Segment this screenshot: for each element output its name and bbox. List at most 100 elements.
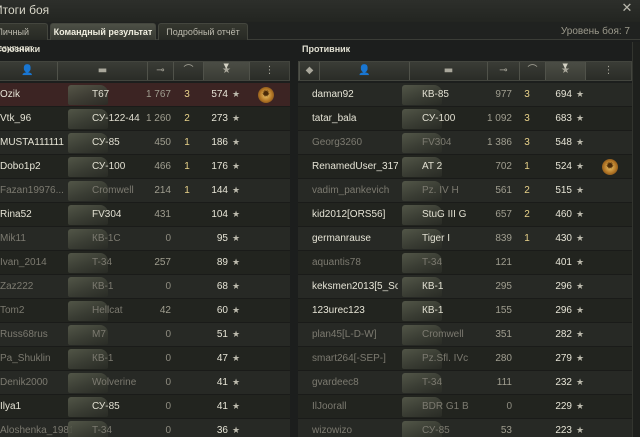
xp-value: 36 bbox=[216, 425, 228, 436]
table-row[interactable]: plan45[L-D-W] Cromwell 351 282 ★ bbox=[298, 323, 632, 347]
kills-value bbox=[522, 275, 532, 299]
xp-value: 41 bbox=[216, 401, 228, 412]
damage-icon: ⊸ bbox=[499, 65, 508, 76]
tank-column-header[interactable]: ▬ bbox=[57, 62, 147, 80]
table-row[interactable]: Georg3260 FV304 1 386 3 548 ★ bbox=[298, 131, 632, 155]
tab-team-result[interactable]: Командный результат bbox=[50, 23, 156, 40]
star-icon: ★ bbox=[232, 306, 241, 316]
table-row[interactable]: germanrause Tiger I 839 1 430 ★ bbox=[298, 227, 632, 251]
tab-detailed-report[interactable]: Подробный отчёт bbox=[158, 23, 248, 40]
tank-name: StuG III G bbox=[422, 209, 467, 220]
table-row[interactable]: keksmen2013[5_SoV] КВ-1 295 296 ★ bbox=[298, 275, 632, 299]
table-row[interactable]: Russ68rus M7 0 51 ★ bbox=[0, 323, 290, 347]
damage-value: 839 bbox=[495, 233, 512, 244]
xp-value: 683 bbox=[555, 113, 572, 124]
table-row[interactable]: Mik11 КВ-1С 0 95 ★ bbox=[0, 227, 290, 251]
table-row[interactable]: Ivan_2014 T-34 257 89 ★ bbox=[0, 251, 290, 275]
player-name: germanrause bbox=[312, 233, 371, 244]
xp-value: 176 bbox=[211, 161, 228, 172]
star-icon: ★ bbox=[576, 234, 585, 244]
table-row[interactable]: Denik2000 Wolverine 0 41 ★ bbox=[0, 371, 290, 395]
tabs-bar: Личный результат Командный результат Под… bbox=[0, 22, 640, 53]
kills-column-header[interactable]: ⌒ bbox=[173, 62, 203, 80]
tank-name: Cromwell bbox=[422, 329, 464, 340]
damage-value: 0 bbox=[506, 401, 512, 412]
damage-value: 257 bbox=[154, 257, 171, 268]
kills-value bbox=[522, 251, 532, 275]
table-row[interactable]: MUSTA111111 СУ-85 450 1 186 ★ bbox=[0, 131, 290, 155]
sort-desc-icon: ▼ bbox=[223, 62, 229, 70]
kills-icon: ⌒ bbox=[183, 65, 194, 76]
sort-desc-icon: ▼ bbox=[562, 62, 568, 70]
tab-personal-result[interactable]: Личный результат bbox=[0, 23, 48, 53]
kills-value bbox=[182, 203, 192, 227]
player-name: Vtk_96 bbox=[0, 113, 32, 124]
table-row[interactable]: gvardeec8 T-34 111 232 ★ bbox=[298, 371, 632, 395]
player-column-header[interactable]: 👤 bbox=[319, 62, 409, 80]
xp-column-header[interactable]: ▼ ★ bbox=[545, 62, 585, 80]
status-column-header[interactable]: ⋮ bbox=[249, 62, 289, 80]
tab-label: Подробный отчёт bbox=[166, 27, 240, 37]
player-column-header[interactable]: 👤 bbox=[0, 62, 57, 80]
damage-column-header[interactable]: ⊸ bbox=[147, 62, 173, 80]
star-icon: ★ bbox=[232, 114, 241, 124]
close-icon[interactable]: ✕ bbox=[620, 2, 634, 16]
kills-value: 1 bbox=[524, 233, 530, 244]
table-row[interactable]: RenamedUser_3177... AT 2 702 1 524 ★ ✹ bbox=[298, 155, 632, 179]
tank-name: СУ-85 bbox=[422, 425, 450, 436]
player-name: Ivan_2014 bbox=[0, 257, 47, 268]
scrollbar[interactable] bbox=[632, 42, 640, 437]
allies-rows: Ozik T67 1 767 3 574 ★ ✹ Vtk_96 СУ-122-44 1 260 2 2… bbox=[0, 83, 290, 437]
table-row[interactable]: Pa_Shuklin КВ-1 0 47 ★ bbox=[0, 347, 290, 371]
table-row[interactable]: IlJoorall BDR G1 B 0 229 ★ bbox=[298, 395, 632, 419]
tank-name: T-34 bbox=[422, 257, 443, 268]
table-row[interactable]: Ilya1 СУ-85 0 41 ★ bbox=[0, 395, 290, 419]
table-row[interactable]: vadim_pankevich Pz. IV H 561 2 515 ★ bbox=[298, 179, 632, 203]
star-icon: ★ bbox=[576, 282, 585, 292]
star-icon: ★ bbox=[576, 162, 585, 172]
tank-name: FV304 bbox=[422, 137, 452, 148]
xp-value: 95 bbox=[216, 233, 228, 244]
table-row[interactable]: Ozik T67 1 767 3 574 ★ ✹ bbox=[0, 83, 290, 107]
player-name: daman92 bbox=[312, 89, 354, 100]
tank-name: СУ-85 bbox=[92, 401, 120, 412]
table-row[interactable]: Tom2 Hellcat 42 60 ★ bbox=[0, 299, 290, 323]
xp-column-header[interactable]: ▼ ★ bbox=[203, 62, 249, 80]
enemies-title: Противник bbox=[302, 44, 351, 54]
kills-column-header[interactable]: ⌒ bbox=[519, 62, 545, 80]
xp-value: 524 bbox=[555, 161, 572, 172]
table-row[interactable]: smart264[-SEP-] Pz.Sfl. IVc 280 279 ★ bbox=[298, 347, 632, 371]
damage-value: 1 260 bbox=[145, 113, 171, 124]
table-row[interactable]: kid2012[ORS56] StuG III G 657 2 460 ★ bbox=[298, 203, 632, 227]
kills-value bbox=[182, 395, 192, 419]
star-icon: ★ bbox=[232, 138, 241, 148]
kills-value: 3 bbox=[524, 137, 530, 148]
tank-name: Pz. IV H bbox=[422, 185, 459, 196]
table-row[interactable]: Aloshenka_1981... T-34 0 36 ★ bbox=[0, 419, 290, 437]
table-row[interactable]: Zaz222 КВ-1 0 68 ★ bbox=[0, 275, 290, 299]
tank-name: КВ-1 bbox=[92, 281, 114, 292]
table-row[interactable]: aquantis78 T-34 121 401 ★ bbox=[298, 251, 632, 275]
table-row[interactable]: wizowizo СУ-85 53 223 ★ bbox=[298, 419, 632, 437]
table-row[interactable]: 123urec123 КВ-1 155 296 ★ bbox=[298, 299, 632, 323]
kills-value: 2 bbox=[524, 185, 530, 196]
damage-column-header[interactable]: ⊸ bbox=[487, 62, 519, 80]
shield-icon: ◆ bbox=[305, 65, 314, 76]
star-icon: ★ bbox=[576, 258, 585, 268]
tank-name: FV304 bbox=[92, 209, 122, 220]
player-name: tatar_bala bbox=[312, 113, 357, 124]
tank-column-header[interactable]: ▬ bbox=[409, 62, 487, 80]
tank-name: КВ-1 bbox=[422, 281, 444, 292]
player-name: wizowizo bbox=[312, 425, 353, 436]
table-row[interactable]: Vtk_96 СУ-122-44 1 260 2 273 ★ bbox=[0, 107, 290, 131]
status-column-header[interactable]: ⋮ bbox=[585, 62, 631, 80]
table-row[interactable]: Dobo1p2 СУ-100 466 1 176 ★ bbox=[0, 155, 290, 179]
squad-column-header[interactable]: ◆ bbox=[299, 62, 319, 80]
damage-value: 53 bbox=[500, 425, 512, 436]
allies-panel: Союзники 👤 ▬ ⊸ ⌒ ▼★ ⋮ OzikT671 7673574★✹… bbox=[0, 42, 318, 437]
table-row[interactable]: Fazan19976... Cromwell 214 1 144 ★ bbox=[0, 179, 290, 203]
table-row[interactable]: daman92 КВ-85 977 3 694 ★ bbox=[298, 83, 632, 107]
table-row[interactable]: tatar_bala СУ-100 1 092 3 683 ★ bbox=[298, 107, 632, 131]
table-row[interactable]: Rina52 FV304 431 104 ★ bbox=[0, 203, 290, 227]
kills-value bbox=[182, 347, 192, 371]
